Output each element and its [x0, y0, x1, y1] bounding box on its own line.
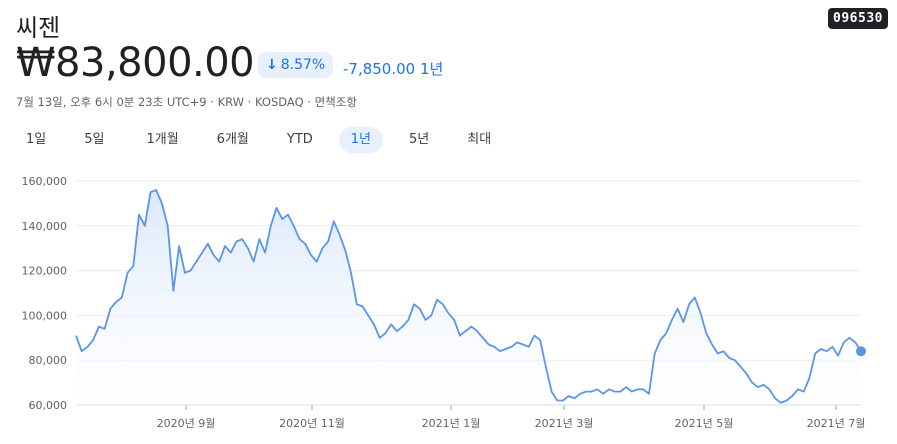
range-tab[interactable]: 6개월 [205, 127, 261, 153]
y-tick-label: 60,000 [29, 399, 68, 412]
x-tick-label: 2021년 3월 [535, 417, 594, 430]
change-percent-badge: ↓ 8.57% [258, 52, 334, 78]
change-value: -7,850.00 [343, 60, 416, 78]
change-period: 1년 [420, 60, 444, 78]
range-tab[interactable]: 1년 [338, 127, 384, 153]
x-tick-label: 2021년 7월 [807, 417, 866, 430]
arrow-down-icon: ↓ [266, 57, 278, 73]
x-tick-label: 2020년 9월 [157, 417, 216, 430]
x-tick-label: 2020년 11월 [279, 417, 345, 430]
y-tick-label: 100,000 [22, 309, 68, 322]
range-tab[interactable]: 최대 [455, 127, 503, 153]
last-price-dot [856, 346, 866, 357]
change-percent: 8.57% [280, 57, 326, 73]
stock-name: 씨젠 [16, 14, 61, 42]
range-tabs: 1일 5일 1개월 6개월 YTD 1년 5년 최대 [14, 127, 503, 153]
range-tab[interactable]: 5년 [397, 127, 441, 153]
x-tick-label: 2021년 1월 [422, 417, 481, 430]
range-tab[interactable]: 1일 [14, 127, 58, 153]
ticker-badge: 096530 [828, 8, 888, 29]
range-tab[interactable]: YTD [275, 127, 325, 153]
change-absolute: -7,850.00 1년 [343, 58, 443, 79]
y-tick-label: 160,000 [22, 175, 68, 188]
quote-meta: 7월 13일, 오후 6시 0분 23초 UTC+9 · KRW · KOSDA… [16, 95, 357, 109]
stock-price: ₩83,800.00 [16, 40, 255, 86]
x-tick-label: 2021년 5월 [675, 417, 734, 430]
y-tick-label: 140,000 [22, 220, 68, 233]
y-tick-label: 80,000 [29, 354, 68, 367]
y-tick-label: 120,000 [22, 265, 68, 278]
range-tab[interactable]: 5일 [72, 127, 116, 153]
price-area [76, 190, 861, 405]
range-tab[interactable]: 1개월 [134, 127, 190, 153]
price-chart: 160,000 140,000 120,000 100,000 80,000 60,000… [22, 175, 866, 430]
